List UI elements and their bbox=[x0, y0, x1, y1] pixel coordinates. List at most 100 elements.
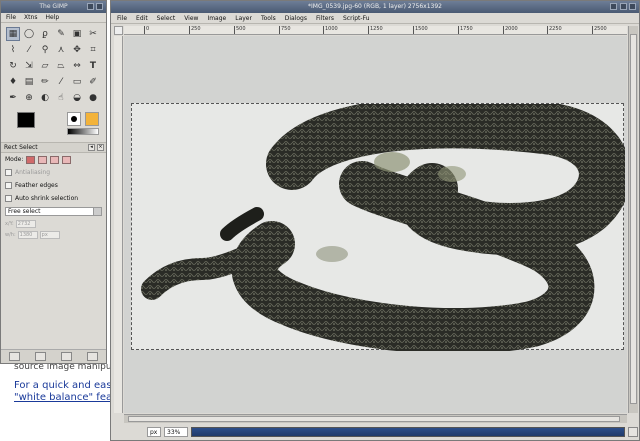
scale-icon[interactable]: ⇲ bbox=[22, 59, 36, 73]
image-title: *IMG_0539.jpg-60 (RGB, 1 layer) 2756x139… bbox=[308, 3, 442, 10]
smudge-icon[interactable]: ☝ bbox=[54, 91, 68, 105]
vertical-scrollbar[interactable] bbox=[628, 26, 638, 413]
auto-shrink-row: Auto shrink selection bbox=[1, 192, 106, 205]
mode-intersect-button[interactable] bbox=[62, 155, 72, 164]
snake-photo[interactable] bbox=[131, 96, 627, 355]
quick-mask-toggle[interactable] bbox=[114, 26, 123, 35]
menu-file[interactable]: File bbox=[6, 13, 16, 22]
y-label: w/h: bbox=[5, 231, 16, 238]
options-close-icon[interactable]: × bbox=[97, 144, 104, 151]
perspective-icon[interactable]: ⏢ bbox=[54, 59, 68, 73]
auto-shrink-checkbox[interactable] bbox=[5, 195, 12, 202]
brush-preview[interactable] bbox=[67, 112, 81, 126]
pattern-preview[interactable] bbox=[85, 112, 99, 126]
menu-script-fu[interactable]: Script-Fu bbox=[343, 13, 370, 23]
ruler-tick: 750 bbox=[279, 26, 291, 34]
gradient-preview[interactable] bbox=[67, 128, 99, 135]
minimize-button[interactable] bbox=[610, 3, 617, 10]
horizontal-scrollbar[interactable] bbox=[124, 414, 627, 423]
vertical-ruler[interactable] bbox=[114, 36, 123, 413]
measure-icon[interactable]: ⋏ bbox=[54, 43, 68, 57]
menu-select[interactable]: Select bbox=[157, 13, 176, 23]
reset-options-icon[interactable] bbox=[87, 352, 99, 361]
maximize-button[interactable] bbox=[620, 3, 627, 10]
ellipse-select-icon[interactable]: ◯ bbox=[22, 27, 36, 41]
minimize-button[interactable] bbox=[87, 3, 94, 10]
heal-icon[interactable]: ◐ bbox=[38, 91, 52, 105]
ruler-tick: 0 bbox=[144, 26, 149, 34]
menu-tools[interactable]: Tools bbox=[261, 13, 276, 23]
mode-add-button[interactable] bbox=[38, 155, 48, 164]
antialiasing-row: Antialiasing bbox=[1, 166, 106, 179]
unit-field[interactable]: px bbox=[39, 230, 60, 239]
zoom-select[interactable]: 33% bbox=[164, 426, 188, 437]
move-icon[interactable]: ✥ bbox=[70, 43, 84, 57]
pencil-icon[interactable]: ✏ bbox=[38, 75, 52, 89]
save-options-icon[interactable] bbox=[8, 352, 20, 361]
dodge-burn-icon[interactable]: ◒ bbox=[70, 91, 84, 105]
mode-label: Mode: bbox=[5, 156, 24, 163]
free-select-icon[interactable]: ϼ bbox=[38, 27, 52, 41]
crop-icon[interactable]: ⌗ bbox=[86, 43, 100, 57]
blend-icon[interactable]: ▤ bbox=[22, 75, 36, 89]
rect-select-icon[interactable]: ▦ bbox=[6, 27, 20, 41]
unit-select[interactable]: px bbox=[147, 426, 161, 437]
mode-replace-button[interactable] bbox=[26, 155, 36, 164]
close-button[interactable] bbox=[629, 3, 636, 10]
ruler-tick: 2250 bbox=[547, 26, 562, 34]
restore-options-icon[interactable] bbox=[34, 352, 46, 361]
text-icon[interactable]: T bbox=[86, 59, 100, 73]
menu-image[interactable]: Image bbox=[207, 13, 226, 23]
free-select-value: Free select bbox=[8, 208, 41, 215]
feather-edges-checkbox[interactable] bbox=[5, 182, 12, 189]
bucket-fill-icon[interactable]: ♦ bbox=[6, 75, 20, 89]
color-picker-icon[interactable]: ⁄ bbox=[22, 43, 36, 57]
flip-icon[interactable]: ⇔ bbox=[70, 59, 84, 73]
foreground-color-swatch[interactable] bbox=[17, 112, 35, 128]
position-y-row: w/h: 1380 px bbox=[1, 229, 106, 240]
clone-icon[interactable]: ⊕ bbox=[22, 91, 36, 105]
paths-icon[interactable]: ⌇ bbox=[6, 43, 20, 57]
convolve-icon[interactable]: ● bbox=[86, 91, 100, 105]
menu-view[interactable]: View bbox=[184, 13, 198, 23]
position-y-field[interactable]: 1380 bbox=[17, 230, 38, 239]
menu-xtns[interactable]: Xtns bbox=[24, 13, 37, 22]
ink-icon[interactable]: ✒ bbox=[6, 91, 20, 105]
feather-edges-label: Feather edges bbox=[15, 182, 58, 189]
toolbox-titlebar[interactable]: The GIMP bbox=[1, 1, 106, 13]
menu-dialogs[interactable]: Dialogs bbox=[285, 13, 307, 23]
menu-edit[interactable]: Edit bbox=[136, 13, 148, 23]
free-select-combo[interactable]: Free select bbox=[5, 207, 102, 216]
progress-bar bbox=[191, 426, 625, 437]
zoom-icon[interactable]: ⚲ bbox=[38, 43, 52, 57]
options-menu-icon[interactable]: ◂ bbox=[88, 144, 95, 151]
scroll-thumb[interactable] bbox=[128, 416, 620, 422]
rotate-icon[interactable]: ↻ bbox=[6, 59, 20, 73]
image-titlebar[interactable]: *IMG_0539.jpg-60 (RGB, 1 layer) 2756x139… bbox=[111, 1, 639, 13]
menu-filters[interactable]: Filters bbox=[316, 13, 334, 23]
menu-layer[interactable]: Layer bbox=[235, 13, 252, 23]
eraser-icon[interactable]: ▭ bbox=[70, 75, 84, 89]
x-label: x/Y: bbox=[5, 220, 14, 227]
scroll-thumb[interactable] bbox=[630, 34, 637, 404]
mode-subtract-button[interactable] bbox=[50, 155, 60, 164]
paintbrush-icon[interactable]: ⁄ bbox=[54, 75, 68, 89]
antialiasing-label: Antialiasing bbox=[15, 169, 51, 176]
horizontal-ruler[interactable]: 0 250 500 750 1000 1250 1500 1750 2000 2… bbox=[124, 26, 627, 35]
tool-grid: ▦ ◯ ϼ ✎ ▣ ✂ ⌇ ⁄ ⚲ ⋏ ✥ ⌗ ↻ ⇲ ▱ ⏢ ⇔ T ♦ ▤ … bbox=[1, 23, 106, 108]
antialiasing-checkbox[interactable] bbox=[5, 169, 12, 176]
ruler-tick: 500 bbox=[234, 26, 246, 34]
image-canvas[interactable] bbox=[124, 36, 627, 413]
status-bar: px 33% bbox=[114, 425, 638, 438]
by-color-select-icon[interactable]: ▣ bbox=[70, 27, 84, 41]
menu-help[interactable]: Help bbox=[45, 13, 59, 22]
menu-file[interactable]: File bbox=[117, 13, 127, 23]
fuzzy-select-icon[interactable]: ✎ bbox=[54, 27, 68, 41]
airbrush-icon[interactable]: ✐ bbox=[86, 75, 100, 89]
shear-icon[interactable]: ▱ bbox=[38, 59, 52, 73]
position-x-field[interactable]: 2732 bbox=[15, 219, 36, 228]
scissors-icon[interactable]: ✂ bbox=[86, 27, 100, 41]
delete-options-icon[interactable] bbox=[61, 352, 73, 361]
close-button[interactable] bbox=[96, 3, 103, 10]
cancel-button[interactable] bbox=[628, 426, 638, 437]
